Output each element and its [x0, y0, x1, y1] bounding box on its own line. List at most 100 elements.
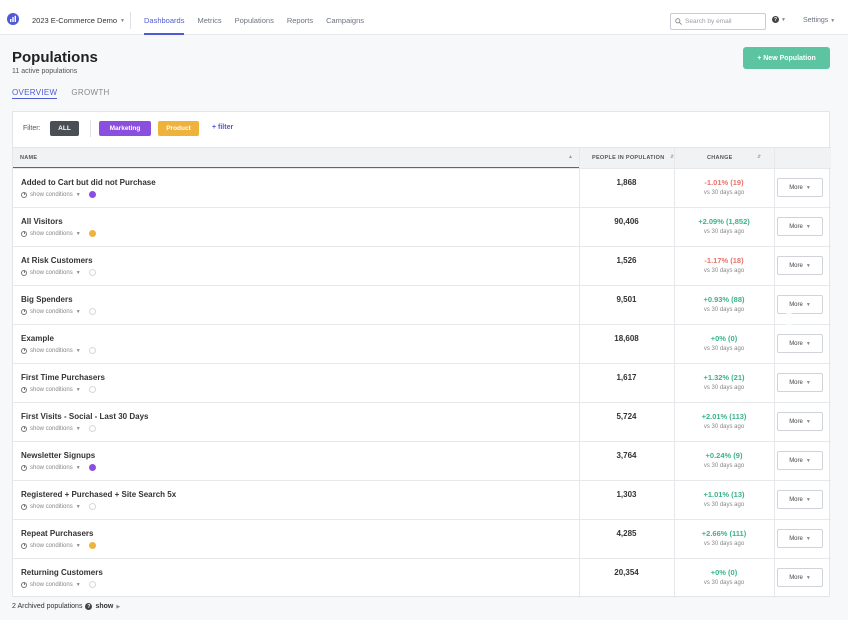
population-name[interactable]: Added to Cart but did not Purchase	[21, 178, 156, 187]
population-name[interactable]: Returning Customers	[21, 568, 103, 577]
show-conditions-toggle[interactable]: show conditions ▼	[21, 542, 96, 549]
change-value: +1.32% (21)	[703, 373, 745, 382]
show-conditions-toggle[interactable]: show conditions ▼	[21, 581, 96, 588]
more-button[interactable]: More ▼	[777, 217, 823, 236]
change-value: +0% (0)	[710, 334, 738, 343]
settings-menu[interactable]: Settings ▼	[803, 17, 835, 24]
archived-label: 2 Archived populations	[12, 603, 83, 610]
more-label: More	[789, 418, 803, 425]
more-label: More	[789, 457, 803, 464]
population-name[interactable]: Big Spenders	[21, 295, 73, 304]
show-archived-link[interactable]: show	[95, 603, 113, 610]
table-row[interactable]: Returning Customers show conditions ▼ 20…	[13, 558, 831, 597]
tag-dot	[88, 542, 96, 549]
header-people[interactable]: PEOPLE IN POPULATION	[592, 155, 665, 161]
tag-dot	[88, 464, 96, 471]
population-name[interactable]: Repeat Purchasers	[21, 529, 93, 538]
search-input[interactable]	[685, 18, 765, 25]
chevron-down-icon: ▼	[75, 347, 81, 354]
filter-all-chip[interactable]: ALL	[50, 121, 79, 136]
show-conditions-toggle[interactable]: show conditions ▼	[21, 269, 96, 276]
sort-up-icon[interactable]: ▲	[568, 154, 573, 160]
nav-metrics[interactable]: Metrics	[197, 0, 221, 35]
more-button[interactable]: More ▼	[777, 412, 823, 431]
show-conditions-toggle[interactable]: show conditions ▼	[21, 386, 96, 393]
show-conditions-toggle[interactable]: show conditions ▼	[21, 191, 96, 198]
clock-icon	[21, 230, 27, 237]
table-row[interactable]: First Visits - Social - Last 30 Days sho…	[13, 402, 831, 441]
show-conditions-toggle[interactable]: show conditions ▼	[21, 425, 96, 432]
add-filter-link[interactable]: + filter	[212, 124, 233, 131]
show-conditions-toggle[interactable]: show conditions ▼	[21, 230, 96, 237]
population-count: 1,303	[616, 490, 637, 499]
nav-campaigns[interactable]: Campaigns	[326, 0, 364, 35]
more-button[interactable]: More ▼	[777, 178, 823, 197]
table-row[interactable]: At Risk Customers show conditions ▼ 1,52…	[13, 246, 831, 285]
page-subtitle: 11 active populations	[12, 68, 78, 75]
tag-dot	[88, 191, 96, 198]
sub-tabs: OVERVIEW GROWTH	[12, 88, 110, 99]
new-population-button[interactable]: + New Population	[743, 47, 830, 69]
table-row[interactable]: Big Spenders show conditions ▼ 9,501 +0.…	[13, 285, 831, 324]
show-conditions-toggle[interactable]: show conditions ▼	[21, 308, 96, 315]
more-button[interactable]: More ▼	[777, 490, 823, 509]
sort-icon[interactable]: ⇵	[757, 154, 761, 160]
more-label: More	[789, 340, 803, 347]
chevron-down-icon: ▼	[805, 184, 811, 191]
tag-dot	[88, 503, 96, 510]
more-label: More	[789, 496, 803, 503]
population-count: 9,501	[616, 295, 637, 304]
nav-divider	[130, 12, 131, 29]
population-name[interactable]: First Time Purchasers	[21, 373, 105, 382]
more-button[interactable]: More ▼	[777, 568, 823, 587]
filter-product-chip[interactable]: Product	[158, 121, 199, 136]
population-count: 3,764	[616, 451, 637, 460]
population-name[interactable]: All Visitors	[21, 217, 63, 226]
table-row[interactable]: Repeat Purchasers show conditions ▼ 4,28…	[13, 519, 831, 558]
tab-growth[interactable]: GROWTH	[71, 88, 109, 99]
show-conditions-toggle[interactable]: show conditions ▼	[21, 503, 96, 510]
population-name[interactable]: Registered + Purchased + Site Search 5x	[21, 490, 176, 499]
nav-populations[interactable]: Populations	[235, 0, 274, 35]
chevron-right-icon[interactable]: ›	[783, 295, 797, 337]
bar-chart-logo-icon[interactable]	[7, 13, 19, 25]
nav-reports[interactable]: Reports	[287, 0, 313, 35]
header-change[interactable]: CHANGE	[707, 155, 733, 161]
filter-marketing-chip[interactable]: Marketing	[99, 121, 151, 136]
project-selector[interactable]: 2023 E-Commerce Demo ▼	[32, 16, 125, 25]
table-row[interactable]: Registered + Purchased + Site Search 5x …	[13, 480, 831, 519]
show-conditions-label: show conditions	[30, 230, 73, 237]
more-button[interactable]: More ▼	[777, 373, 823, 392]
population-name[interactable]: At Risk Customers	[21, 256, 93, 265]
clock-icon	[21, 347, 27, 354]
more-button[interactable]: More ▼	[777, 256, 823, 275]
project-name: 2023 E-Commerce Demo	[32, 16, 118, 25]
question-icon[interactable]: ?	[85, 603, 93, 610]
caret-right-icon[interactable]: ▶	[116, 604, 120, 610]
population-count: 5,724	[616, 412, 637, 421]
header-name[interactable]: NAME	[20, 155, 37, 161]
show-conditions-toggle[interactable]: show conditions ▼	[21, 347, 96, 354]
change-value: +2.66% (111)	[701, 529, 747, 538]
table-row[interactable]: First Time Purchasers show conditions ▼ …	[13, 363, 831, 402]
tab-overview[interactable]: OVERVIEW	[12, 88, 58, 99]
table-row[interactable]: Added to Cart but did not Purchase show …	[13, 168, 831, 207]
table-row[interactable]: Newsletter Signups show conditions ▼ 3,7…	[13, 441, 831, 480]
clock-icon	[21, 269, 27, 276]
more-button[interactable]: More ▼	[777, 451, 823, 470]
population-count: 1,526	[616, 256, 637, 265]
population-name[interactable]: Newsletter Signups	[21, 451, 95, 460]
show-conditions-label: show conditions	[30, 347, 73, 354]
table-row[interactable]: All Visitors show conditions ▼ 90,406 +2…	[13, 207, 831, 246]
tag-dot	[88, 269, 96, 276]
change-value: +2.09% (1,852)	[698, 217, 750, 226]
nav-dashboards[interactable]: Dashboards	[144, 0, 185, 35]
help-menu[interactable]: ? ▼	[772, 16, 786, 23]
show-conditions-label: show conditions	[30, 308, 73, 315]
show-conditions-toggle[interactable]: show conditions ▼	[21, 464, 96, 471]
population-name[interactable]: Example	[21, 334, 54, 343]
table-row[interactable]: Example show conditions ▼ 18,608 +0% (0)…	[13, 324, 831, 363]
more-button[interactable]: More ▼	[777, 529, 823, 548]
population-name[interactable]: First Visits - Social - Last 30 Days	[21, 412, 148, 421]
population-count: 18,608	[614, 334, 639, 343]
